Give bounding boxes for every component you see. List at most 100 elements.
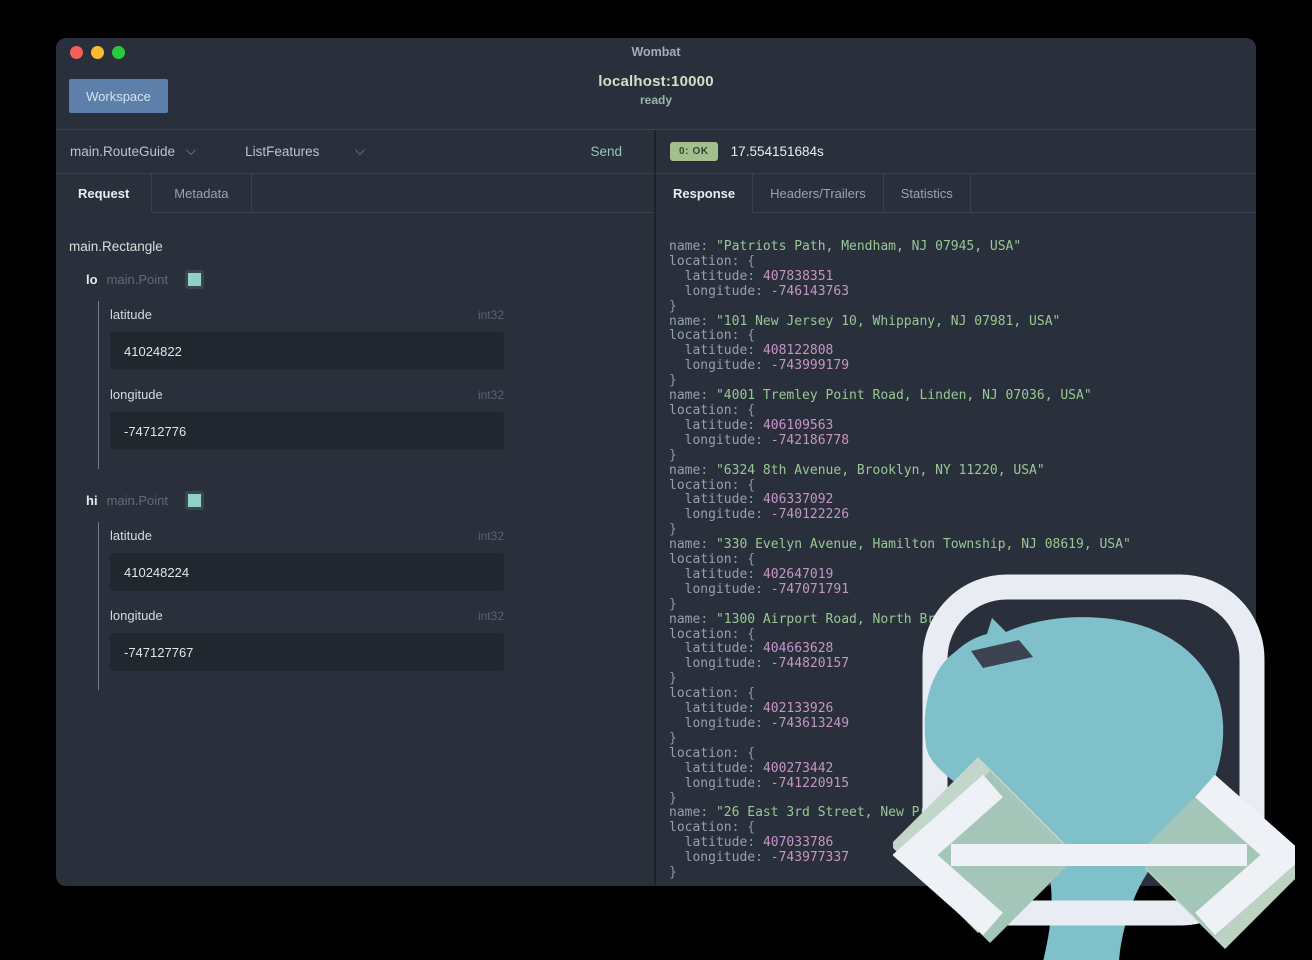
response-statusbar: 0: OK 17.554151684s: [656, 130, 1256, 174]
field-latitude: latitude int32: [110, 307, 504, 370]
response-entry: name: "26 East 3rd Street, New Pr locatio…: [669, 805, 1256, 881]
hi-longitude-input[interactable]: [110, 633, 504, 671]
response-line: latitude: 407838351: [684, 268, 834, 284]
response-line: name: "6324 8th Avenue, Brooklyn, NY 112…: [669, 462, 1045, 478]
header: Workspace localhost:10000 ready: [56, 68, 1256, 129]
response-line: location: {: [669, 626, 756, 642]
response-line: name: "101 New Jersey 10, Whippany, NJ 0…: [669, 313, 1061, 329]
field-head: latitude int32: [110, 528, 504, 543]
response-entry: location: { latitude: 400273442 longitud…: [669, 746, 1256, 807]
checkbox-checked-fill: [187, 494, 201, 507]
response-line: location: {: [669, 477, 756, 493]
tab-request[interactable]: Request: [56, 174, 153, 213]
field-head: longitude int32: [110, 608, 504, 623]
response-line: }: [669, 522, 677, 538]
duration-label: 17.554151684s: [730, 144, 824, 159]
field-type: int32: [477, 609, 504, 623]
window-title: Wombat: [631, 45, 681, 59]
hi-enabled-checkbox[interactable]: [184, 491, 204, 510]
response-line: location: {: [669, 686, 756, 702]
app-window: Wombat Workspace localhost:10000 ready m…: [56, 38, 1256, 886]
response-line: longitude: -743613249: [684, 716, 850, 731]
group-body: latitude int32 longitude int32: [98, 522, 641, 690]
main-split: main.RouteGuide ListFeatures Send Reques…: [56, 129, 1256, 885]
group-type: main.Point: [106, 272, 168, 287]
request-tabs: Request Metadata: [56, 174, 654, 213]
field-label: latitude: [110, 528, 152, 543]
response-line: location: {: [669, 328, 756, 344]
send-button[interactable]: Send: [590, 144, 622, 159]
request-toolbar: main.RouteGuide ListFeatures Send: [56, 130, 654, 174]
response-line: longitude: -743999179: [684, 358, 850, 374]
group-body: latitude int32 longitude int32: [98, 301, 641, 469]
lo-longitude-input[interactable]: [110, 412, 504, 450]
server-status: ready: [639, 93, 673, 107]
response-line: name: "Patriots Path, Mendham, NJ 07945,…: [669, 239, 1022, 254]
lo-latitude-input[interactable]: [110, 332, 504, 370]
field-label: longitude: [110, 387, 163, 402]
method-group: ListFeatures: [245, 144, 366, 159]
response-line: }: [669, 865, 677, 881]
request-panel: main.RouteGuide ListFeatures Send Reques…: [56, 130, 654, 885]
response-line: location: {: [669, 253, 756, 269]
response-line: name: "1300 Airport Road, North Br: [669, 611, 936, 627]
response-line: name: "330 Evelyn Avenue, Hamilton Towns…: [669, 537, 1131, 553]
tab-metadata[interactable]: Metadata: [152, 174, 252, 213]
response-line: name: "26 East 3rd Street, New Pr: [669, 805, 928, 821]
response-line: latitude: 402133926: [684, 701, 834, 717]
response-line: }: [669, 298, 677, 314]
field-head: latitude int32: [110, 307, 504, 322]
response-tabs: Response Headers/Trailers Statistics: [656, 174, 1256, 213]
tab-response[interactable]: Response: [656, 174, 754, 213]
group-name: hi: [86, 493, 98, 508]
field-longitude: longitude int32: [110, 387, 504, 450]
message-type-label: main.Rectangle: [69, 239, 163, 254]
response-line: latitude: 406109563: [684, 417, 834, 433]
response-line: longitude: -744820157: [684, 656, 850, 672]
method-select[interactable]: ListFeatures: [245, 144, 319, 159]
tab-statistics[interactable]: Statistics: [883, 174, 971, 213]
field-type: int32: [477, 529, 504, 543]
response-line: latitude: 407033786: [684, 835, 834, 851]
message-group-hi: hi main.Point latitude int32 longitude int32: [86, 491, 641, 690]
chevron-down-icon[interactable]: [186, 145, 196, 156]
lo-enabled-checkbox[interactable]: [184, 270, 204, 289]
hi-latitude-input[interactable]: [110, 553, 504, 591]
checkbox-checked-fill: [187, 273, 201, 286]
response-entry: name: "6324 8th Avenue, Brooklyn, NY 112…: [669, 462, 1256, 539]
message-groups: lomain.Point latitude int32 longitude int32 h…: [69, 270, 641, 690]
response-panel: 0: OK 17.554151684s Response Headers/Tra…: [656, 130, 1256, 885]
response-line: location: {: [669, 402, 756, 418]
request-form: main.Rectangle lo main.Point latitude int32…: [56, 213, 654, 690]
field-head: longitude int32: [110, 387, 504, 402]
response-line: latitude: 400273442: [684, 760, 834, 776]
chevron-down-icon[interactable]: [355, 145, 366, 156]
group-header: lo main.Point: [86, 270, 641, 289]
response-output[interactable]: name: "Patriots Path, Mendham, NJ 07945,…: [656, 213, 1256, 885]
response-entry: name: "101 New Jersey 10, Whippany, NJ 0…: [669, 313, 1256, 390]
response-entry: name: "Patriots Path, Mendham, NJ 07945,…: [669, 239, 1256, 315]
titlebar[interactable]: Wombat: [56, 38, 1256, 68]
response-line: }: [669, 790, 677, 806]
response-line: longitude: -742186778: [684, 432, 850, 448]
field-label: longitude: [110, 608, 163, 623]
group-header: hi main.Point: [86, 491, 641, 510]
response-line: longitude: -740122226: [684, 507, 850, 523]
response-entry: name: "4001 Tremley Point Road, Linden, …: [669, 388, 1256, 464]
response-line: latitude: 406337092: [684, 492, 834, 508]
server-info: localhost:10000 ready: [56, 73, 1256, 107]
tab-filler: [251, 174, 654, 213]
response-line: }: [669, 596, 677, 612]
response-line: longitude: -741220915: [684, 775, 850, 791]
response-line: name: "4001 Tremley Point Road, Linden, …: [669, 388, 1092, 404]
response-line: longitude: -743977337: [684, 850, 850, 866]
response-line: longitude: -746143763: [684, 283, 850, 299]
response-line: latitude: 404663628: [684, 641, 834, 657]
service-select[interactable]: main.RouteGuide: [70, 144, 175, 159]
response-entry: name: "330 Evelyn Avenue, Hamilton Towns…: [669, 537, 1256, 613]
server-address: localhost:10000: [598, 73, 714, 90]
response-line: }: [669, 447, 677, 463]
field-type: int32: [477, 308, 504, 322]
tab-headers-trailers[interactable]: Headers/Trailers: [753, 174, 884, 213]
response-line: latitude: 408122808: [684, 343, 834, 359]
